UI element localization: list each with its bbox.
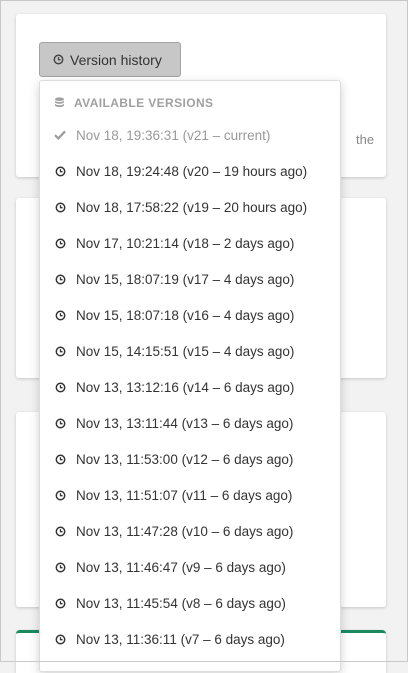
clock-icon [54, 454, 66, 465]
card-partial-text: the [356, 132, 375, 147]
clock-icon [54, 238, 66, 249]
clock-icon [54, 562, 66, 573]
version-item-label: Nov 13, 13:11:44 (v13 – 6 days ago) [76, 415, 294, 431]
version-item[interactable]: Nov 13, 13:12:16 (v14 – 6 days ago) [40, 369, 340, 405]
version-history-dropdown: AVAILABLE VERSIONS Nov 18, 19:36:31 (v21… [39, 80, 341, 672]
clock-icon [54, 310, 66, 321]
available-versions-label: AVAILABLE VERSIONS [74, 96, 214, 110]
version-item[interactable]: Nov 13, 11:46:47 (v9 – 6 days ago) [40, 549, 340, 585]
version-item[interactable]: Nov 15, 18:07:19 (v17 – 4 days ago) [40, 261, 340, 297]
version-item[interactable]: Nov 18, 17:58:22 (v19 – 20 hours ago) [40, 189, 340, 225]
version-item-label: Nov 13, 13:12:16 (v14 – 6 days ago) [76, 379, 295, 395]
version-item-label: Nov 17, 10:21:14 (v18 – 2 days ago) [76, 235, 295, 251]
clock-icon [54, 598, 66, 609]
version-item[interactable]: Nov 13, 11:36:11 (v7 – 6 days ago) [40, 621, 340, 657]
clock-icon [54, 634, 66, 645]
version-item[interactable]: Nov 17, 10:21:14 (v18 – 2 days ago) [40, 225, 340, 261]
clock-icon [54, 346, 66, 357]
version-item-label: Nov 13, 11:53:00 (v12 – 6 days ago) [76, 451, 294, 467]
version-item-label: Nov 15, 18:07:18 (v16 – 4 days ago) [76, 307, 295, 323]
version-item[interactable]: Nov 13, 11:47:28 (v10 – 6 days ago) [40, 513, 340, 549]
version-item-label: Nov 15, 14:15:51 (v15 – 4 days ago) [76, 343, 295, 359]
version-item[interactable]: Nov 13, 11:45:54 (v8 – 6 days ago) [40, 585, 340, 621]
version-item[interactable]: Nov 18, 19:24:48 (v20 – 19 hours ago) [40, 153, 340, 189]
version-item-label: Nov 13, 11:47:28 (v10 – 6 days ago) [76, 523, 294, 539]
version-item-label: Nov 18, 19:24:48 (v20 – 19 hours ago) [76, 163, 308, 179]
version-item-label: Nov 13, 11:51:07 (v11 – 6 days ago) [76, 487, 293, 503]
clock-icon [53, 54, 64, 65]
version-item[interactable]: Nov 13, 13:11:44 (v13 – 6 days ago) [40, 405, 340, 441]
version-item-label: Nov 18, 17:58:22 (v19 – 20 hours ago) [76, 199, 308, 215]
version-item[interactable]: Nov 13, 11:51:07 (v11 – 6 days ago) [40, 477, 340, 513]
version-item-label: Nov 13, 11:36:11 (v7 – 6 days ago) [76, 631, 285, 647]
clock-icon [54, 382, 66, 393]
clock-icon [54, 490, 66, 501]
version-item[interactable]: Nov 15, 14:15:51 (v15 – 4 days ago) [40, 333, 340, 369]
clock-icon [54, 202, 66, 213]
version-history-button[interactable]: Version history [39, 42, 181, 77]
version-item-label: Nov 13, 11:46:47 (v9 – 6 days ago) [76, 559, 286, 575]
version-item-label: Nov 15, 18:07:19 (v17 – 4 days ago) [76, 271, 295, 287]
version-item-label: Nov 18, 19:36:31 (v21 – current) [76, 127, 271, 143]
available-versions-header: AVAILABLE VERSIONS [54, 96, 213, 110]
clock-icon [54, 526, 66, 537]
version-history-label: Version history [70, 51, 162, 68]
clock-icon [54, 166, 66, 177]
version-item-label: Nov 13, 11:45:54 (v8 – 6 days ago) [76, 595, 286, 611]
version-item[interactable]: Nov 15, 18:07:18 (v16 – 4 days ago) [40, 297, 340, 333]
database-icon [54, 97, 65, 109]
clock-icon [54, 274, 66, 285]
clock-icon [54, 418, 66, 429]
current-version-item[interactable]: Nov 18, 19:36:31 (v21 – current) [40, 117, 340, 153]
checkmark-icon [54, 130, 66, 140]
version-item[interactable]: Nov 13, 11:53:00 (v12 – 6 days ago) [40, 441, 340, 477]
